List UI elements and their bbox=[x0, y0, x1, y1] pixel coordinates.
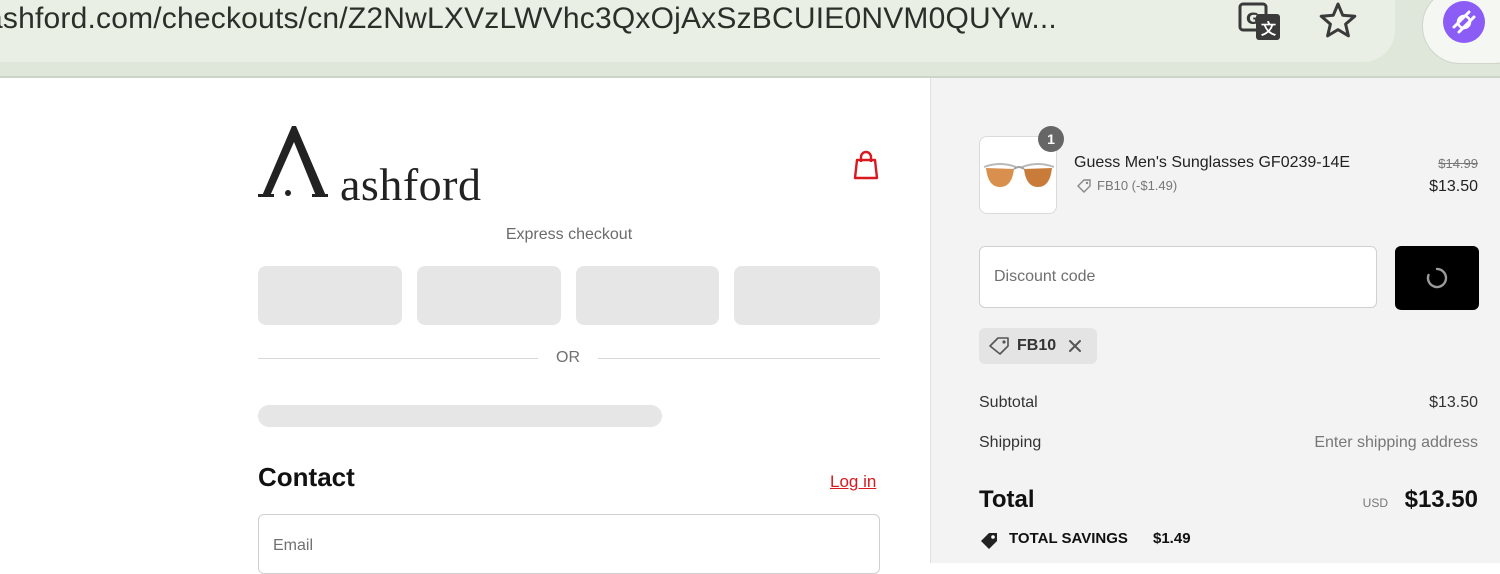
email-field[interactable]: Email bbox=[258, 514, 880, 574]
url-field[interactable]: ashford.com/checkouts/cn/Z2NwLXVzLWVhc3Q… bbox=[0, 0, 1395, 62]
discount-code-placeholder: Discount code bbox=[994, 268, 1096, 285]
total-savings-value: $1.49 bbox=[1153, 530, 1191, 547]
quantity-badge: 1 bbox=[1038, 126, 1064, 152]
contact-heading: Contact bbox=[258, 462, 355, 492]
remove-discount-icon[interactable] bbox=[1067, 338, 1083, 354]
savings-tag-icon bbox=[981, 533, 997, 549]
shipping-label: Shipping bbox=[979, 434, 1042, 451]
subtotal-value: $13.50 bbox=[1429, 394, 1478, 411]
discount-code-input[interactable]: Discount code bbox=[979, 246, 1377, 308]
email-placeholder: Email bbox=[273, 537, 314, 554]
product-name: Guess Men's Sunglasses GF0239-14E bbox=[1074, 154, 1351, 171]
login-link[interactable]: Log in bbox=[830, 472, 876, 492]
shopping-bag-icon[interactable] bbox=[852, 150, 880, 180]
order-summary: 1 Guess Men's Sunglasses GF0239-14E FB10… bbox=[930, 78, 1500, 563]
apply-discount-button[interactable] bbox=[1395, 246, 1479, 310]
loading-placeholder bbox=[258, 405, 662, 427]
discount-tag-icon bbox=[1077, 179, 1091, 193]
brand-logo-text[interactable]: ashford bbox=[340, 158, 481, 211]
express-pay-button-2[interactable] bbox=[417, 266, 561, 325]
express-pay-button-4[interactable] bbox=[734, 266, 880, 325]
applied-discount-chip: FB10 bbox=[979, 328, 1097, 364]
express-checkout-label: Express checkout bbox=[505, 226, 633, 243]
profile-button[interactable] bbox=[1422, 0, 1500, 64]
or-divider-left bbox=[258, 358, 538, 359]
price-final: $13.50 bbox=[1429, 178, 1478, 195]
browser-address-bar: ashford.com/checkouts/cn/Z2NwLXVzLWVhc3Q… bbox=[0, 0, 1500, 78]
svg-text:文: 文 bbox=[1261, 20, 1277, 38]
url-text[interactable]: ashford.com/checkouts/cn/Z2NwLXVzLWVhc3Q… bbox=[0, 2, 1057, 36]
applied-code: FB10 bbox=[1017, 337, 1057, 354]
or-divider-label: OR bbox=[556, 349, 580, 366]
shipping-value: Enter shipping address bbox=[1314, 434, 1478, 451]
tag-icon bbox=[989, 337, 1009, 355]
total-label: Total bbox=[979, 486, 1035, 513]
total-value: $13.50 bbox=[1404, 486, 1478, 513]
translate-icon[interactable]: G 文 bbox=[1238, 0, 1282, 42]
spinner-icon bbox=[1426, 267, 1448, 289]
checkout-main: ashford Express checkout OR Contact Log … bbox=[0, 78, 930, 574]
express-pay-button-3[interactable] bbox=[576, 266, 719, 325]
subtotal-label: Subtotal bbox=[979, 394, 1038, 411]
total-currency: USD bbox=[1362, 496, 1388, 510]
or-divider-right bbox=[598, 358, 880, 359]
star-icon[interactable] bbox=[1318, 0, 1358, 40]
total-savings-label: TOTAL SAVINGS bbox=[1009, 530, 1128, 547]
profile-icon bbox=[1443, 1, 1485, 43]
express-pay-button-1[interactable] bbox=[258, 266, 402, 325]
item-discount-note: FB10 (-$1.49) bbox=[1097, 178, 1178, 193]
price-original: $14.99 bbox=[1438, 156, 1478, 171]
